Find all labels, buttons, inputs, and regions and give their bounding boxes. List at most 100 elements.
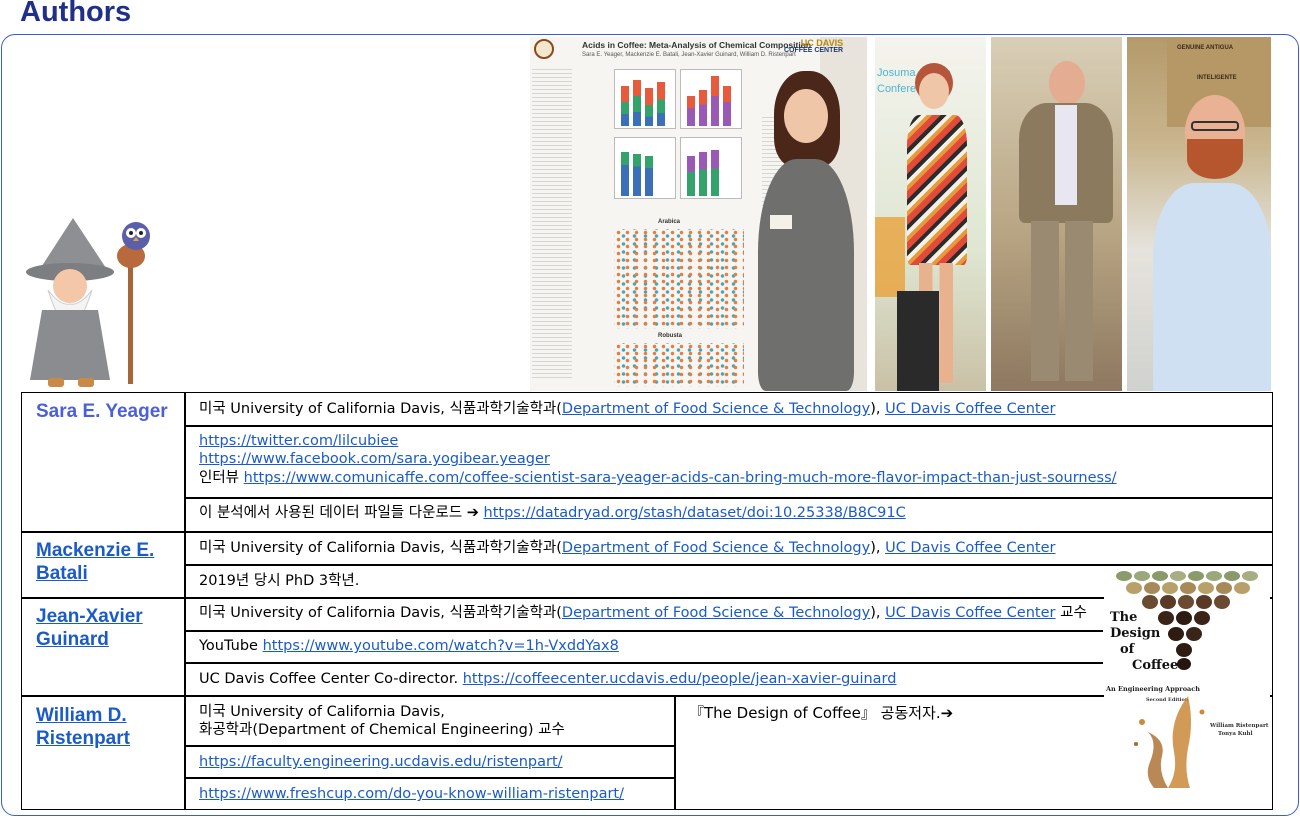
poster-bar (687, 96, 695, 126)
poster-photo: Acids in Coffee: Meta-Analysis of Chemic… (530, 37, 867, 391)
interview-row: 인터뷰 https://www.comunicaffe.com/coffee-s… (199, 469, 1117, 487)
shirt (1055, 105, 1077, 205)
book-title-line2: Design (1110, 626, 1161, 641)
codirector-link[interactable]: https://coffeecenter.ucdavis.edu/people/… (463, 671, 897, 687)
person-in-grey-dress (730, 67, 867, 391)
face (919, 73, 949, 109)
youtube-row: YouTube https://www.youtube.com/watch?v=… (199, 637, 619, 655)
table-divider (185, 777, 675, 779)
table-divider (185, 745, 675, 747)
poster-bar (621, 152, 629, 196)
codirector-label: UC Davis Coffee Center Co-director. (199, 671, 459, 687)
grey-dress (758, 159, 854, 391)
department-link[interactable]: Department of Food Science & Technology (562, 401, 870, 417)
sack-text2: INTELIGENTE (1197, 75, 1237, 81)
author-affiliation: 미국 University of California Davis, 화공학과(… (199, 703, 565, 739)
facebook-link[interactable]: https://www.facebook.com/sara.yogibear.y… (199, 450, 550, 468)
poster-bar (699, 152, 707, 196)
affiliation-line2: 화공학과(Department of Chemical Engineering)… (199, 722, 565, 738)
data-download-row: 이 분석에서 사용된 데이터 파일들 다운로드 ➔ https://datadr… (199, 504, 906, 522)
bearded-man-photo: GENUINE ANTIGUA INTELIGENTE (1127, 37, 1271, 391)
table-divider (21, 531, 1273, 533)
affiliation-separator: ), (870, 540, 886, 556)
table-divider (185, 425, 1272, 427)
poster-logo-line1: UC DAVIS (800, 38, 844, 48)
interview-link[interactable]: https://www.comunicaffe.com/coffee-scien… (244, 470, 1117, 486)
beard (1187, 139, 1243, 179)
author-name-mackenzie-batali[interactable]: Mackenzie E. Batali (36, 539, 154, 585)
conference-speaker-photo: Josuma Coffee Conference (875, 37, 986, 391)
author-affiliation: 미국 University of California Davis, 식품과학기… (199, 604, 1087, 622)
data-download-label: 이 분석에서 사용된 데이터 파일들 다운로드 ➔ (199, 505, 479, 521)
department-link[interactable]: Department of Food Science & Technology (562, 540, 870, 556)
poster-boxplots (614, 343, 744, 387)
poster-chart (614, 137, 676, 199)
poster-chart (614, 69, 676, 129)
poster-title: Acids in Coffee: Meta-Analysis of Chemic… (582, 40, 812, 50)
author-name-line1: William D. (36, 705, 127, 726)
faculty-page-link[interactable]: https://faculty.engineering.ucdavis.edu/… (199, 753, 563, 771)
bearded-man (1137, 87, 1271, 391)
poster-authors: Sara E. Yeager, Mackenzie E. Batali, Jea… (582, 52, 796, 58)
coffee-center-link[interactable]: UC Davis Coffee Center (885, 540, 1055, 556)
author-name-jean-xavier-guinard[interactable]: Jean-Xavier Guinard (36, 605, 143, 651)
author-name-line2: Batali (36, 563, 88, 584)
book-title-line3: of (1120, 642, 1135, 657)
sack-text1: GENUINE ANTIGUA (1177, 45, 1234, 51)
book-title-line1: The (1110, 610, 1138, 625)
podium (897, 291, 939, 391)
coffee-center-link[interactable]: UC Davis Coffee Center (885, 401, 1055, 417)
book-note: 『The Design of Coffee』 공동저자.➔ (689, 704, 954, 722)
book-title-line4: Coffee (1132, 658, 1179, 673)
affiliation-text: 미국 University of California Davis, 식품과학기… (199, 540, 562, 556)
table-divider (21, 695, 1273, 697)
table-divider (185, 564, 1272, 566)
author-name-line1: Mackenzie E. (36, 540, 155, 561)
coffee-splash-graphic (1134, 696, 1205, 788)
poster-bar (657, 82, 665, 126)
author-affiliation: 미국 University of California Davis, 식품과학기… (199, 400, 1056, 418)
coffee-center-link[interactable]: UC Davis Coffee Center (885, 605, 1055, 621)
poster-bar (621, 86, 629, 126)
data-download-link[interactable]: https://datadryad.org/stash/dataset/doi:… (484, 505, 906, 521)
poster-bar (699, 90, 707, 126)
poster-bar (687, 156, 695, 196)
freshcup-link[interactable]: https://www.freshcup.com/do-you-know-wil… (199, 785, 624, 803)
university-seal-icon (534, 39, 554, 59)
twitter-link[interactable]: https://twitter.com/lilcubiee (199, 432, 398, 450)
author-note: 2019년 당시 PhD 3학년. (199, 573, 360, 589)
affiliation-separator: ), (870, 605, 886, 621)
affiliation-text: 미국 University of California Davis, 식품과학기… (199, 401, 562, 417)
affiliation-line1: 미국 University of California Davis, (199, 704, 445, 720)
author-name-line2: Guinard (36, 629, 109, 650)
book-title: The Design of Coffee (1110, 610, 1178, 674)
page-heading: Authors (20, 0, 132, 28)
poster-boxplots (614, 229, 744, 329)
poster-bar (711, 150, 719, 196)
book-author2: Tonya Kuhl (1218, 731, 1253, 737)
table-divider (185, 630, 1103, 632)
table-divider (185, 497, 1272, 499)
department-link[interactable]: Department of Food Science & Technology (562, 605, 870, 621)
poster-section-robusta: Robusta (658, 333, 682, 339)
youtube-link[interactable]: https://www.youtube.com/watch?v=1h-VxddY… (263, 638, 619, 654)
book-authors: William Ristenpart Tonya Kuhl (1210, 722, 1268, 738)
man-in-suit (1001, 57, 1113, 391)
table-divider (184, 392, 186, 810)
interview-label: 인터뷰 (199, 470, 240, 486)
affiliation-separator: ), (870, 401, 886, 417)
table-divider (185, 662, 1103, 664)
blue-shirt (1153, 183, 1271, 391)
author-name-line2: Ristenpart (36, 728, 130, 749)
poster-bar (645, 156, 653, 196)
author-name-william-ristenpart[interactable]: William D. Ristenpart (36, 704, 130, 750)
face (784, 89, 828, 143)
trousers (1031, 221, 1093, 381)
table-divider (674, 695, 676, 810)
book-cover-design-of-coffee: The Design of Coffee An Engineering Appr… (1104, 568, 1270, 795)
author-name-sara-yeager: Sara E. Yeager (36, 401, 168, 422)
name-badge (770, 215, 792, 229)
wizard-mascot-image (18, 210, 163, 390)
author-name-line1: Jean-Xavier (36, 606, 143, 627)
author-affiliation: 미국 University of California Davis, 식품과학기… (199, 539, 1056, 557)
